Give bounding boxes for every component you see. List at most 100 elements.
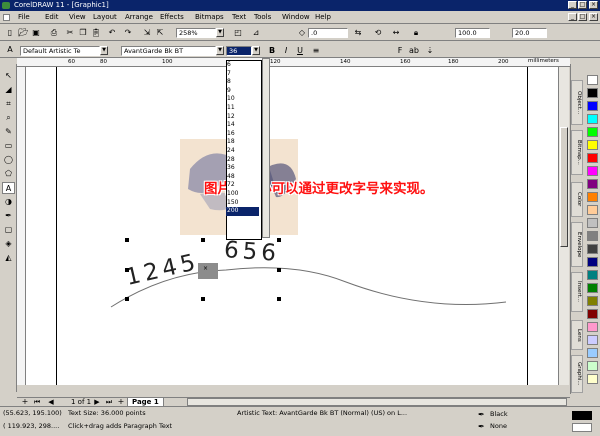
font-size-option[interactable]: 150 (226, 199, 259, 208)
selection-handle[interactable] (277, 238, 281, 242)
underline-icon[interactable]: U (294, 45, 306, 57)
font-size-option[interactable]: 7 (226, 70, 259, 79)
doc-minimize-button[interactable]: _ (568, 13, 577, 21)
menu-effects[interactable]: Effects (160, 13, 184, 21)
docker-tab-object[interactable]: Object... (571, 80, 583, 125)
interactive-tool-icon[interactable]: ◑ (2, 196, 15, 208)
font-size-option[interactable]: 100 (226, 190, 259, 199)
align-icon[interactable]: ≡ (310, 45, 322, 57)
palette-swatch[interactable] (587, 127, 598, 137)
eyedropper-tool-icon[interactable]: ✒ (2, 210, 15, 222)
font-size-option[interactable]: 28 (226, 156, 259, 165)
copy-icon[interactable]: ❐ (77, 27, 89, 39)
zoom-field[interactable]: 258% (176, 28, 216, 38)
menu-arrange[interactable]: Arrange (125, 13, 153, 21)
selection-handle[interactable] (125, 268, 129, 272)
font-size-option-selected[interactable]: 200 (226, 207, 259, 216)
new-icon[interactable]: ▯ (4, 27, 16, 39)
docker-tab-insert[interactable]: Insert... (571, 272, 583, 312)
zoom-dropdown-arrow[interactable]: ▼ (216, 28, 224, 37)
menu-help[interactable]: Help (315, 13, 331, 21)
rectangle-tool-icon[interactable]: ▭ (2, 140, 15, 152)
size-width-field[interactable]: 100.0 (455, 28, 490, 38)
font-size-list-scrollbar[interactable] (262, 58, 270, 238)
docker-tab-lens[interactable]: Lens (571, 320, 583, 350)
font-size-option[interactable]: 8 (226, 78, 259, 87)
palette-swatch[interactable] (587, 75, 598, 85)
docker-tab-graphic[interactable]: Graphi... (571, 355, 583, 393)
vertical-text-icon[interactable]: ⇣ (424, 45, 436, 57)
menu-file[interactable]: File (18, 13, 30, 21)
palette-swatch[interactable] (587, 166, 598, 176)
font-size-option[interactable]: 16 (226, 130, 259, 139)
mirror-icon[interactable]: ⇆ (352, 27, 364, 39)
font-size-option[interactable]: 12 (226, 113, 259, 122)
menu-bitmaps[interactable]: Bitmaps (195, 13, 224, 21)
outline-tool-icon[interactable]: ▢ (2, 224, 15, 236)
font-size-field[interactable]: 36 (226, 46, 252, 56)
polygon-tool-icon[interactable]: ⬠ (2, 168, 15, 180)
zoom-tool-icon[interactable]: ⌕ (2, 112, 15, 124)
outline-width-icon[interactable]: ⊿ (250, 27, 262, 39)
palette-swatch[interactable] (587, 322, 598, 332)
interactive-fill-tool-icon[interactable]: ◭ (2, 252, 15, 264)
palette-swatch[interactable] (587, 270, 598, 280)
menu-tools[interactable]: Tools (254, 13, 271, 21)
lock-ratio-icon[interactable]: 🔒︎ (410, 27, 422, 39)
width-icon[interactable]: ↔ (390, 27, 402, 39)
font-dropdown-arrow[interactable]: ▼ (216, 46, 224, 55)
palette-swatch[interactable] (587, 296, 598, 306)
horizontal-scrollbar[interactable] (187, 398, 567, 406)
font-size-option[interactable]: 36 (226, 164, 259, 173)
font-format-icon[interactable]: F (394, 45, 406, 57)
redo-icon[interactable]: ↷ (122, 27, 134, 39)
application-launcher-icon[interactable]: ◰ (232, 27, 244, 39)
close-button[interactable]: × (589, 1, 598, 9)
palette-swatch[interactable] (587, 205, 598, 215)
font-size-option[interactable]: 72 (226, 181, 259, 190)
style-field[interactable]: Default Artistic Te (20, 46, 100, 56)
doc-close-button[interactable]: × (589, 13, 598, 21)
shape-tool-icon[interactable]: ◢ (2, 84, 15, 96)
palette-swatch[interactable] (587, 309, 598, 319)
palette-swatch[interactable] (587, 218, 598, 228)
italic-icon[interactable]: I (280, 45, 292, 57)
selection-handle[interactable] (277, 268, 281, 272)
outline-width-field[interactable]: .0 (308, 28, 348, 38)
menu-edit[interactable]: Edit (45, 13, 59, 21)
nudge-icon[interactable]: ◇ (296, 27, 308, 39)
print-icon[interactable]: ⎙ (48, 27, 60, 39)
docker-tab-envelope[interactable]: Envelope (571, 222, 583, 267)
font-size-option[interactable]: 11 (226, 104, 259, 113)
palette-swatch[interactable] (587, 257, 598, 267)
palette-swatch[interactable] (587, 374, 598, 384)
palette-swatch[interactable] (587, 153, 598, 163)
palette-swatch[interactable] (587, 101, 598, 111)
menu-layout[interactable]: Layout (93, 13, 117, 21)
docker-tab-bitmap[interactable]: Bitmap... (571, 130, 583, 175)
font-size-option[interactable]: 9 (226, 87, 259, 96)
minimize-button[interactable]: _ (568, 1, 577, 9)
text-tool-icon[interactable]: A (2, 182, 15, 194)
transform-icon[interactable]: ⟲ (372, 27, 384, 39)
ellipse-tool-icon[interactable]: ◯ (2, 154, 15, 166)
fill-tool-icon[interactable]: ◈ (2, 238, 15, 250)
docker-tab-color[interactable]: Color (571, 182, 583, 217)
palette-swatch[interactable] (587, 192, 598, 202)
font-size-option[interactable]: 48 (226, 173, 259, 182)
doc-restore-button[interactable]: □ (578, 13, 587, 21)
font-size-option[interactable]: 10 (226, 95, 259, 104)
open-icon[interactable]: 📂︎ (17, 27, 29, 39)
size-height-field[interactable]: 20.0 (512, 28, 547, 38)
palette-swatch[interactable] (587, 140, 598, 150)
palette-swatch[interactable] (587, 348, 598, 358)
font-size-option[interactable]: 24 (226, 147, 259, 156)
menu-text[interactable]: Text (232, 13, 246, 21)
font-size-option[interactable]: 18 (226, 138, 259, 147)
font-field[interactable]: AvantGarde Bk BT (121, 46, 216, 56)
freehand-tool-icon[interactable]: ✎ (2, 126, 15, 138)
palette-swatch[interactable] (587, 244, 598, 254)
edit-text-icon[interactable]: ab (408, 45, 420, 57)
font-size-dropdown-arrow[interactable]: ▼ (252, 46, 260, 55)
font-size-option[interactable]: 14 (226, 121, 259, 130)
